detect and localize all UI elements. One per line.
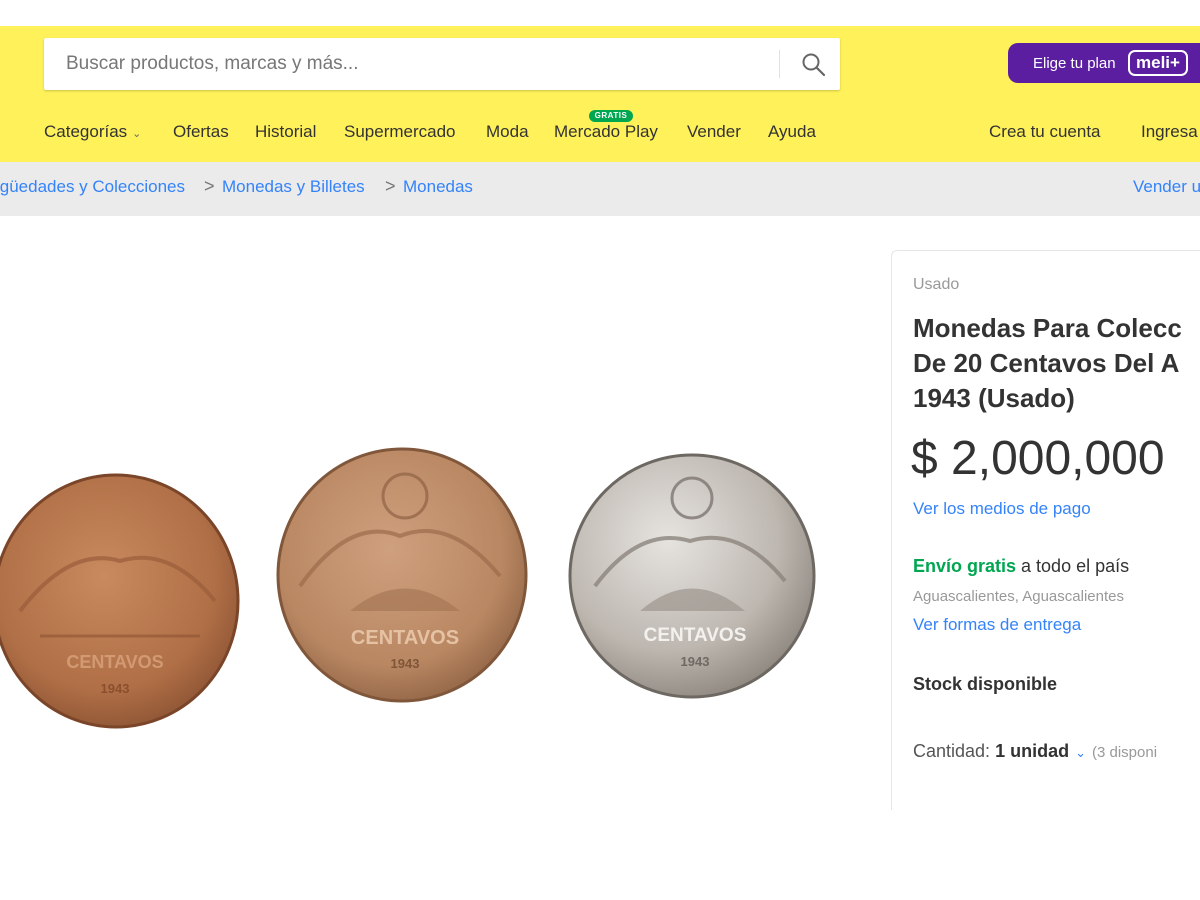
coin-3: CENTAVOS 1943: [568, 453, 816, 699]
main-nav: Categorías ⌄ Ofertas Historial Supermerca…: [0, 120, 1200, 146]
coin-1: CENTAVOS 1943: [0, 473, 240, 729]
coin-2-year: 1943: [391, 656, 420, 671]
sell-similar-link[interactable]: Vender u: [1133, 177, 1200, 197]
breadcrumb-separator: >: [204, 176, 215, 196]
breadcrumb-coins[interactable]: Monedas: [403, 177, 473, 197]
nav-login[interactable]: Ingresa: [1141, 122, 1198, 142]
seller-location: Aguascalientes, Aguascalientes: [913, 588, 1124, 605]
top-margin: [0, 0, 1200, 26]
quantity-value[interactable]: 1 unidad: [995, 741, 1069, 761]
breadcrumb-coins-bills[interactable]: Monedas y Billetes: [222, 177, 365, 197]
breadcrumb: igüedades y Colecciones > Monedas y Bill…: [0, 162, 1200, 216]
delivery-options-link[interactable]: Ver formas de entrega: [913, 615, 1081, 635]
shipping-scope: a todo el país: [1016, 556, 1130, 576]
search-bar: [44, 38, 840, 90]
payment-methods-link[interactable]: Ver los medios de pago: [913, 499, 1091, 519]
plan-label: Elige tu plan: [1033, 55, 1116, 72]
nav-categories-label: Categorías: [44, 122, 128, 141]
breadcrumb-antiques[interactable]: igüedades y Colecciones: [0, 177, 185, 197]
search-input[interactable]: [44, 38, 779, 90]
nav-categories[interactable]: Categorías ⌄: [44, 122, 141, 142]
breadcrumb-separator: >: [385, 176, 396, 196]
nav-fashion[interactable]: Moda: [486, 122, 529, 142]
quantity-available: (3 disponi: [1092, 744, 1158, 761]
product-image: CENTAVOS 1943 CENTAVOS 1943 CENTAVOS 194…: [0, 447, 816, 729]
product-title-line: 1943 (Usado): [913, 383, 1075, 413]
meli-plus-logo: meli+: [1128, 50, 1188, 76]
product-title-line: De 20 Centavos Del A: [913, 348, 1180, 378]
coin-3-year: 1943: [681, 654, 710, 669]
chevron-down-icon: ⌄: [132, 128, 142, 140]
coin-1-text: CENTAVOS: [66, 652, 163, 672]
coin-1-year: 1943: [101, 681, 130, 696]
product-gallery[interactable]: CENTAVOS 1943 CENTAVOS 1943 CENTAVOS 194…: [0, 216, 880, 816]
shipping-info: Envío gratis a todo el país: [913, 556, 1129, 577]
chevron-down-icon[interactable]: ⌄: [1075, 745, 1086, 760]
product-title-line: Monedas Para Colecc: [913, 313, 1182, 343]
quantity-selector[interactable]: Cantidad: 1 unidad ⌄ (3 disponi: [913, 741, 1157, 762]
price: $ 2,000,000: [911, 432, 1165, 485]
quantity-label: Cantidad:: [913, 741, 991, 761]
meli-plus-banner[interactable]: Elige tu plan meli+: [1008, 43, 1200, 83]
product-info-panel: Usado Monedas Para Colecc De 20 Centavos…: [891, 250, 1200, 810]
nav-history[interactable]: Historial: [255, 122, 316, 142]
nav-offers[interactable]: Ofertas: [173, 122, 229, 142]
search-icon[interactable]: [799, 50, 829, 80]
nav-sell[interactable]: Vender: [687, 122, 741, 142]
nav-help[interactable]: Ayuda: [768, 122, 816, 142]
search-divider: [779, 50, 780, 78]
nav-create-account[interactable]: Crea tu cuenta: [989, 122, 1101, 142]
nav-mercado-play[interactable]: Mercado Play: [554, 122, 658, 142]
stock-status: Stock disponible: [913, 674, 1058, 694]
coin-3-text: CENTAVOS: [644, 625, 747, 646]
condition-label: Usado: [913, 276, 960, 293]
coin-2: CENTAVOS 1943: [276, 447, 528, 703]
product-title: Monedas Para Colecc De 20 Centavos Del A…: [913, 311, 1200, 416]
nav-supermarket[interactable]: Supermercado: [344, 122, 456, 142]
site-header: Elige tu plan meli+ GRATIS Categorías⌄ O…: [0, 26, 1200, 162]
coin-2-text: CENTAVOS: [351, 627, 459, 649]
free-shipping-label: Envío gratis: [913, 556, 1017, 576]
